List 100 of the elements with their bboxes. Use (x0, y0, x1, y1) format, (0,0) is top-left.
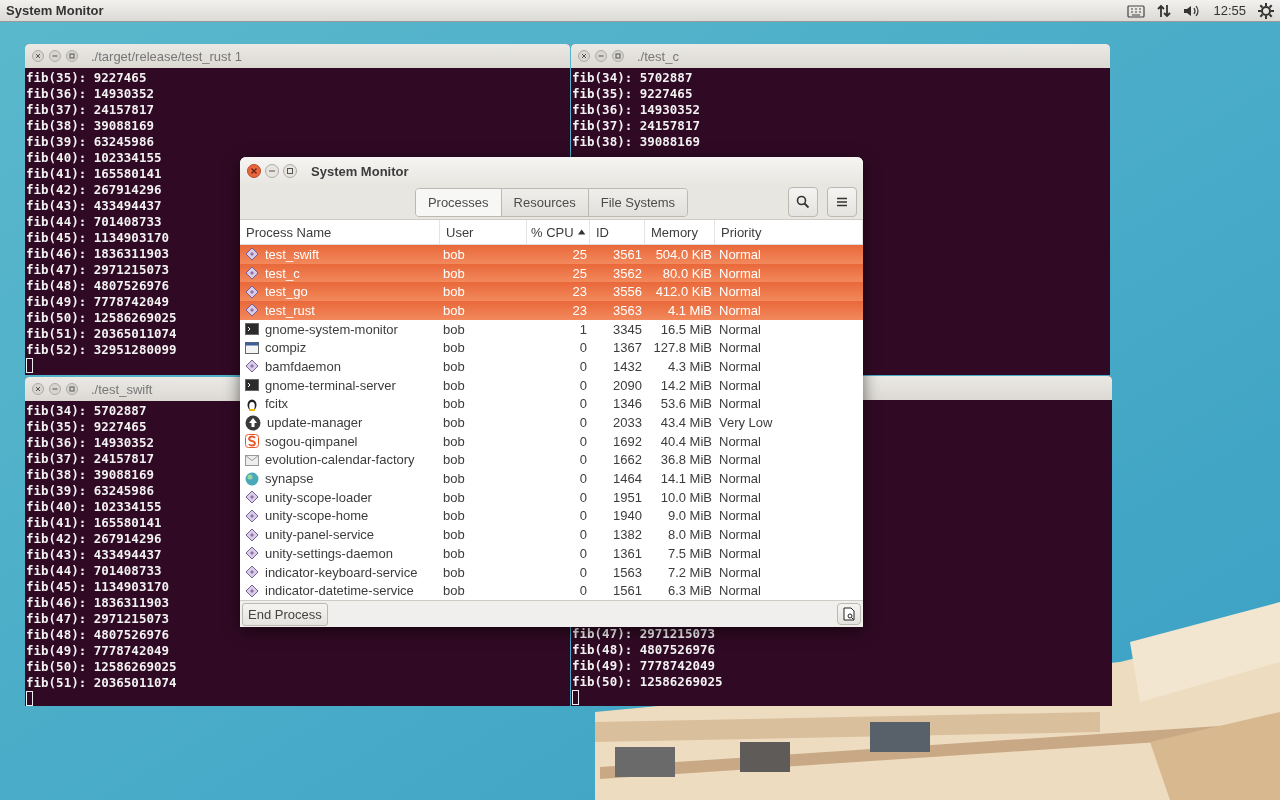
tab[interactable]: Resources (501, 188, 589, 216)
process-row[interactable]: unity-settings-daemon bob 0 1361 7.5 MiB Normal (240, 544, 863, 563)
process-name: bamfdaemon (265, 358, 341, 374)
process-row[interactable]: indicator-keyboard-service bob 0 1563 7.2 MiB Normal (240, 562, 863, 582)
process-row[interactable]: gnome-system-monitor bob 1 3345 16.5 MiB Normal (240, 319, 863, 339)
process-row[interactable]: gnome-terminal-server bob 0 2090 14.2 MiB Normal (240, 375, 863, 395)
process-name: synapse (265, 471, 314, 487)
column-header[interactable]: User (440, 220, 527, 244)
terminal-line: fib(37): 24157817 (26, 451, 154, 467)
table-cell-text: Normal (718, 582, 762, 600)
table-cell-text: 0 (578, 470, 588, 488)
terminal-line: fib(46): 1836311903 (26, 246, 169, 262)
close-icon[interactable] (32, 50, 44, 62)
table-cell-text: Normal (718, 488, 762, 507)
properties-button[interactable] (837, 603, 861, 625)
diamond-icon (245, 284, 259, 299)
process-name: gnome-terminal-server (265, 377, 396, 393)
process-row[interactable]: unity-scope-home bob 0 1940 9.0 MiB Normal (240, 506, 863, 526)
table-cell-text: Normal (718, 451, 762, 470)
terminal-line: fib(38): 39088169 (26, 118, 154, 134)
diamond-icon (245, 583, 259, 598)
table-cell-text: 0 (578, 526, 588, 544)
table-cell-text: bob (442, 395, 466, 414)
close-icon[interactable] (247, 164, 261, 178)
column-header[interactable]: Process Name (240, 220, 440, 244)
column-header[interactable]: Priority (715, 220, 863, 244)
tab[interactable]: Processes (415, 188, 502, 216)
table-cell-text: 0 (578, 507, 588, 526)
process-row[interactable]: synapse bob 0 1464 14.1 MiB Normal (240, 469, 863, 488)
table-cell-text: 25 (571, 264, 588, 283)
menu-button[interactable] (827, 187, 857, 217)
process-row[interactable]: evolution-calendar-factory bob 0 1662 36.8 MiB Normal (240, 450, 863, 470)
table-cell-text: bob (442, 357, 466, 376)
table-cell-text: Very Low (718, 414, 774, 432)
process-row[interactable]: unity-scope-loader bob 0 1951 10.0 MiB Normal (240, 487, 863, 507)
table-cell-text: 127.8 MiB (652, 339, 713, 358)
process-name: test_go (265, 284, 308, 300)
terminal-line: fib(37): 24157817 (572, 118, 700, 134)
menu-icon (836, 196, 848, 208)
terminal-line: fib(42): 267914296 (26, 182, 162, 198)
table-cell-text: Normal (718, 470, 762, 488)
terminal-line: fib(45): 1134903170 (26, 230, 169, 246)
table-cell-text: 53.6 MiB (659, 395, 713, 414)
table-cell-text: 25 (571, 245, 588, 264)
table-cell-text: Normal (718, 245, 762, 264)
table-cell-text: bob (442, 301, 466, 320)
maximize-icon[interactable] (612, 50, 624, 62)
volume-icon[interactable] (1183, 3, 1202, 18)
terminal-line: fib(51): 20365011074 (26, 675, 177, 691)
process-row[interactable]: indicator-datetime-service bob 0 1561 6.3 MiB Normal (240, 581, 863, 600)
terminal-line: fib(48): 4807526976 (572, 642, 715, 658)
table-cell-text: Normal (718, 544, 762, 563)
maximize-icon[interactable] (66, 383, 78, 395)
process-row[interactable]: bamfdaemon bob 0 1432 4.3 MiB Normal (240, 357, 863, 376)
terminal-line: fib(40): 102334155 (26, 150, 162, 166)
process-row[interactable]: sogou-qimpanel bob 0 1692 40.4 MiB Normal (240, 431, 863, 451)
process-name: gnome-system-monitor (265, 321, 398, 337)
globe-icon (245, 471, 259, 486)
table-cell-text: bob (442, 451, 466, 470)
process-row[interactable]: compiz bob 0 1367 127.8 MiB Normal (240, 338, 863, 358)
table-cell-text: 16.5 MiB (659, 320, 713, 339)
table-cell-text: 1361 (612, 544, 643, 563)
end-process-button[interactable]: End Process (242, 602, 328, 626)
table-cell-text: 10.0 MiB (659, 488, 713, 507)
table-cell-text: 14.1 MiB (659, 470, 713, 488)
terminal-line: fib(38): 39088169 (572, 134, 700, 150)
diamond-icon (245, 508, 259, 523)
table-cell-text: 40.4 MiB (659, 432, 713, 451)
table-cell-text: bob (442, 582, 466, 600)
column-header[interactable]: ID (590, 220, 645, 244)
maximize-icon[interactable] (66, 50, 78, 62)
diamond-icon (245, 303, 259, 318)
process-row[interactable]: update-manager bob 0 2033 43.4 MiB Very Low (240, 413, 863, 432)
clock[interactable]: 12:55 (1213, 3, 1246, 18)
column-header[interactable]: Memory (645, 220, 715, 244)
maximize-icon[interactable] (283, 164, 297, 178)
tab[interactable]: File Systems (588, 188, 688, 216)
process-name: test_rust (265, 302, 315, 318)
close-icon[interactable] (32, 383, 44, 395)
process-name: sogou-qimpanel (265, 433, 358, 449)
process-row[interactable]: fcitx bob 0 1346 53.6 MiB Normal (240, 394, 863, 414)
table-cell-text: Normal (718, 432, 762, 451)
table-cell-text: 1 (578, 320, 588, 339)
table-cell-text: 0 (578, 414, 588, 432)
network-arrows-icon[interactable] (1157, 3, 1172, 18)
close-icon[interactable] (578, 50, 590, 62)
terminal-line: fib(34): 5702887 (572, 70, 693, 86)
terminal-line: fib(39): 63245986 (26, 134, 154, 150)
gear-icon[interactable] (1258, 2, 1274, 19)
process-name: test_swift (265, 246, 320, 262)
terminal-line: fib(49): 7778742049 (26, 643, 169, 659)
table-cell-text: 9.0 MiB (666, 507, 713, 526)
terminal-line: fib(47): 2971215073 (26, 262, 169, 278)
table-cell-text: 80.0 KiB (661, 264, 713, 283)
table-cell-text: bob (442, 507, 466, 526)
column-header[interactable]: % CPU (527, 220, 590, 244)
process-row[interactable]: unity-panel-service bob 0 1382 8.0 MiB Normal (240, 525, 863, 544)
table-cell-text: 0 (578, 563, 588, 582)
keyboard-icon[interactable] (1127, 3, 1146, 18)
search-button[interactable] (788, 187, 818, 217)
